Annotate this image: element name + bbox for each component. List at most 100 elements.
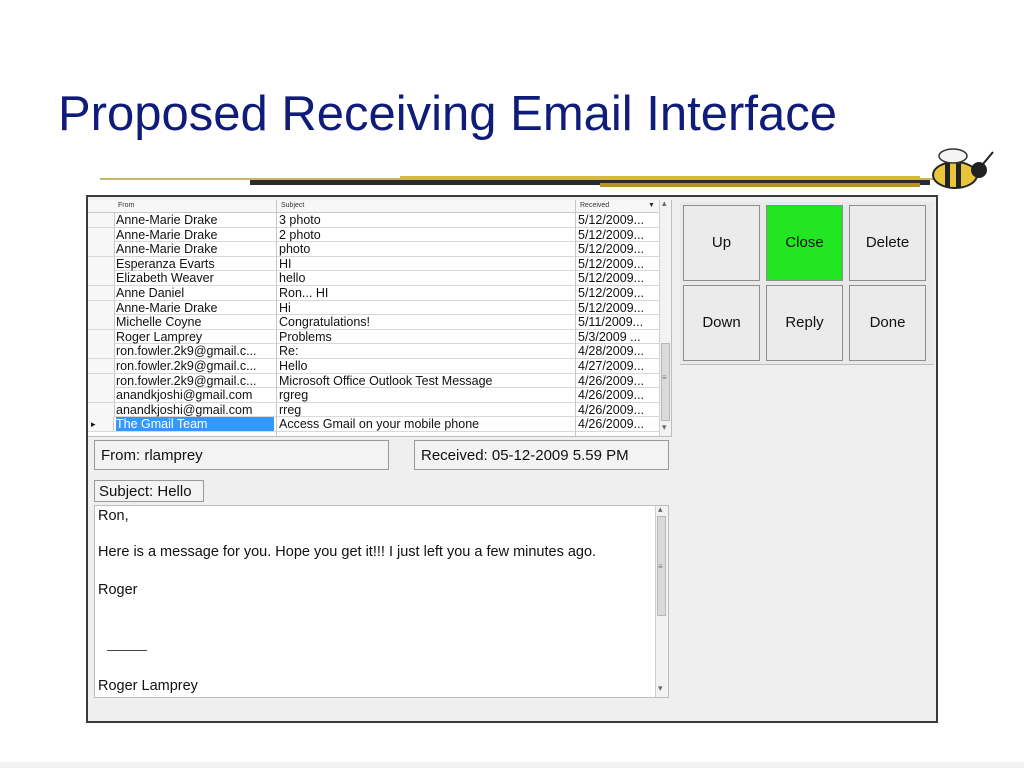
column-header-from[interactable]: From: [118, 202, 134, 209]
email-row[interactable]: Anne Daniel Ron... HI 5/12/2009...: [88, 286, 671, 301]
row-received: 5/3/2009 ...: [578, 329, 641, 344]
row-received: 5/12/2009...: [578, 213, 645, 227]
grid-scrollbar[interactable]: ▴ ≡ ▾: [659, 200, 671, 436]
message-body[interactable]: Ron, Here is a message for you. Hope you…: [94, 504, 669, 698]
action-button-panel: Up Close Delete Down Reply Done: [680, 202, 934, 365]
row-received: 4/26/2009...: [578, 373, 645, 388]
email-row[interactable]: Esperanza Evarts HI 5/12/2009...: [88, 256, 671, 272]
row-received: 5/12/2009...: [578, 242, 645, 257]
row-received: 5/11/2009...: [578, 315, 644, 330]
row-received: 5/12/2009...: [578, 271, 645, 286]
row-from: Anne-Marie Drake: [116, 242, 218, 257]
row-subject: Re:: [279, 344, 299, 359]
sort-arrow-icon: ▼: [648, 202, 655, 209]
from-field: From: rlamprey: [94, 440, 389, 470]
email-row[interactable]: ron.fowler.2k9@gmail.c... Hello 4/27/2009.…: [88, 359, 671, 374]
row-from: ron.fowler.2k9@gmail.c...: [116, 373, 257, 388]
email-row[interactable]: ▸ The Gmail Team Access Gmail on your mobi…: [88, 417, 671, 432]
body-line-greeting: Ron,: [98, 508, 129, 524]
grip-icon: ≡: [658, 562, 663, 571]
row-subject: hello: [279, 271, 306, 286]
body-scrollbar[interactable]: ▴ ≡ ▾: [655, 504, 668, 697]
row-received: 4/26/2009...: [578, 417, 645, 432]
row-header[interactable]: [88, 373, 115, 388]
grid-header: From Subject Received ▼: [88, 200, 671, 213]
row-from: Anne Daniel: [116, 286, 185, 300]
row-from: The Gmail Team: [116, 417, 274, 432]
row-subject: Access Gmail on your mobile phone: [279, 417, 480, 432]
email-row[interactable]: Anne-Marie Drake photo 5/12/2009...: [88, 242, 671, 257]
email-row[interactable]: Anne-Marie Drake 2 photo 5/12/2009...: [88, 227, 671, 243]
row-header[interactable]: [88, 300, 115, 315]
row-subject: rreg: [279, 402, 302, 417]
row-header[interactable]: [88, 256, 115, 271]
row-from: Michelle Coyne: [116, 315, 202, 330]
body-scroll-thumb[interactable]: ≡: [657, 516, 666, 616]
subject-field: Subject: Hello: [94, 480, 204, 502]
column-header-received[interactable]: Received: [580, 202, 609, 209]
column-separator: [575, 200, 576, 436]
row-received: 5/12/2009...: [578, 256, 645, 271]
column-header-subject[interactable]: Subject: [281, 202, 304, 209]
scroll-down-icon[interactable]: ▾: [658, 683, 663, 694]
body-line-signoff: Roger: [98, 582, 138, 598]
body-line-signature: Roger Lamprey: [98, 678, 198, 694]
row-header[interactable]: [88, 286, 115, 300]
row-header[interactable]: [88, 213, 115, 227]
slide-title: Proposed Receiving Email Interface: [58, 87, 837, 141]
row-subject: rgreg: [279, 388, 309, 403]
row-header[interactable]: [88, 359, 115, 373]
row-from: anandkjoshi@gmail.com: [116, 402, 253, 417]
scroll-down-icon[interactable]: ▾: [662, 422, 667, 433]
row-received: 4/28/2009...: [578, 344, 645, 359]
row-received: 4/27/2009...: [578, 359, 645, 373]
email-row[interactable]: Anne-Marie Drake Hi 5/12/2009...: [88, 300, 671, 316]
email-row[interactable]: Anne-Marie Drake 3 photo 5/12/2009...: [88, 213, 671, 228]
row-header[interactable]: ▸: [88, 417, 114, 432]
email-client-window: From Subject Received ▼ Anne-Marie Drake…: [86, 195, 938, 723]
row-subject: Ron... HI: [279, 286, 329, 300]
row-from: Roger Lamprey: [116, 329, 203, 344]
row-header[interactable]: [88, 315, 115, 330]
row-from: ron.fowler.2k9@gmail.c...: [116, 359, 257, 373]
row-header[interactable]: [88, 388, 115, 403]
grid-scroll-thumb[interactable]: ≡: [661, 343, 670, 421]
close-button[interactable]: Close: [766, 205, 843, 281]
reply-button[interactable]: Reply: [766, 285, 843, 361]
row-header[interactable]: [88, 402, 115, 417]
received-field: Received: 05-12-2009 5.59 PM: [414, 440, 669, 470]
scroll-up-icon[interactable]: ▴: [662, 200, 667, 209]
row-from: Anne-Marie Drake: [116, 300, 218, 315]
column-separator: [276, 200, 277, 436]
email-list-grid[interactable]: From Subject Received ▼ Anne-Marie Drake…: [88, 200, 672, 437]
email-row[interactable]: anandkjoshi@gmail.com rreg 4/26/2009...: [88, 402, 671, 418]
row-subject: HI: [279, 256, 292, 271]
row-header[interactable]: [88, 344, 115, 359]
row-from: Anne-Marie Drake: [116, 227, 218, 242]
row-header[interactable]: [88, 242, 115, 257]
email-row[interactable]: Roger Lamprey Problems 5/3/2009 ...: [88, 329, 671, 345]
email-row[interactable]: ron.fowler.2k9@gmail.c... Microsoft Offic…: [88, 373, 671, 389]
row-header[interactable]: [88, 329, 115, 344]
up-button[interactable]: Up: [683, 205, 760, 281]
signature-divider: [107, 650, 147, 651]
row-subject: photo: [279, 242, 311, 257]
title-rule-decoration: [100, 176, 940, 187]
row-from: anandkjoshi@gmail.com: [116, 388, 253, 403]
row-header[interactable]: [88, 227, 115, 242]
bee-mascot-icon: [932, 148, 994, 189]
body-line-message: Here is a message for you. Hope you get …: [98, 544, 597, 560]
email-row[interactable]: Michelle Coyne Congratulations! 5/11/2009.…: [88, 315, 671, 330]
delete-button[interactable]: Delete: [849, 205, 926, 281]
row-from: Anne-Marie Drake: [116, 213, 218, 227]
email-row[interactable]: anandkjoshi@gmail.com rgreg 4/26/2009...: [88, 388, 671, 403]
scroll-up-icon[interactable]: ▴: [658, 504, 663, 515]
done-button[interactable]: Done: [849, 285, 926, 361]
row-header[interactable]: [88, 271, 115, 286]
row-received: 5/12/2009...: [578, 300, 645, 315]
row-from: ron.fowler.2k9@gmail.c...: [116, 344, 257, 359]
email-row[interactable]: Elizabeth Weaver hello 5/12/2009...: [88, 271, 671, 286]
email-row[interactable]: ron.fowler.2k9@gmail.c... Re: 4/28/2009...: [88, 344, 671, 359]
down-button[interactable]: Down: [683, 285, 760, 361]
row-subject: 3 photo: [279, 213, 321, 227]
